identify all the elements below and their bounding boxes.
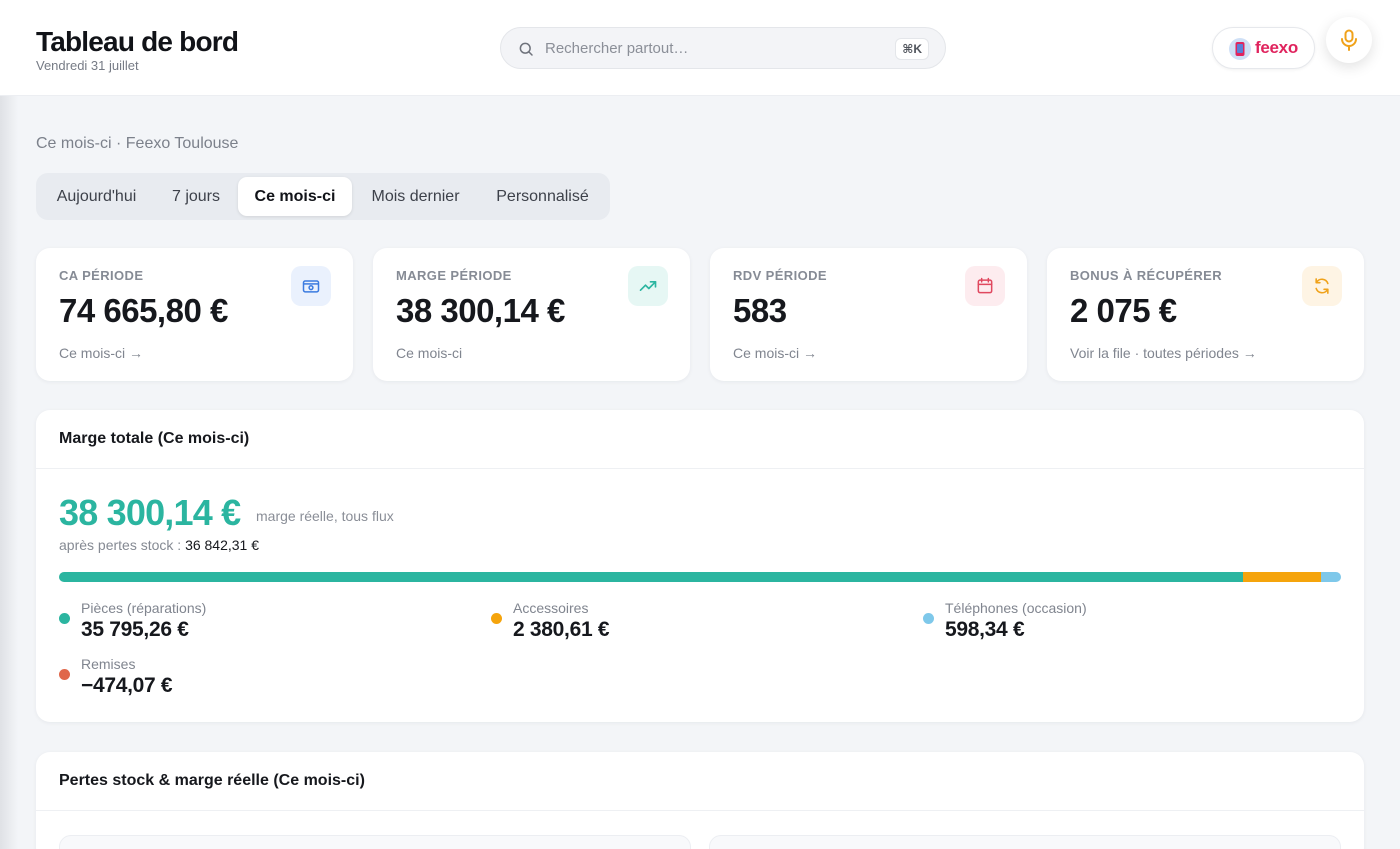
calendar-icon <box>965 266 1005 306</box>
voice-assistant-button[interactable] <box>1326 17 1372 63</box>
tab-today[interactable]: Aujourd'hui <box>40 177 153 216</box>
search-input[interactable] <box>545 36 875 60</box>
panel-title: Marge totale (Ce mois-ci) <box>59 430 250 447</box>
kpi-value: 583 <box>733 292 787 329</box>
brand-name: feexo <box>1255 38 1298 57</box>
kpi-card-bonus[interactable]: BONUS À RÉCUPÉRER 2 075 € Voir la file ·… <box>1047 248 1364 381</box>
global-search[interactable]: ⌘K <box>500 27 946 69</box>
legend-label: Pièces (réparations) <box>81 600 207 616</box>
legend-label: Remises <box>81 656 136 672</box>
bar-segment <box>1242 572 1322 582</box>
panel-divider <box>36 468 1364 469</box>
page-title: Tableau de bord <box>36 26 239 57</box>
context-label: Ce mois-ci · Feexo Toulouse <box>36 135 239 152</box>
top-header: Tableau de bord Vendredi 31 juillet ⌘K f… <box>0 0 1400 96</box>
legend-value: 2 380,61 € <box>513 618 610 641</box>
stock-loss-panel: Pertes stock & marge réelle (Ce mois-ci) <box>36 752 1364 849</box>
trending-up-icon <box>628 266 668 306</box>
kpi-label: MARGE PÉRIODE <box>396 268 512 283</box>
total-margin-value: 38 300,14 € <box>59 492 241 533</box>
feexo-logo-icon <box>1229 38 1251 60</box>
legend-value: 35 795,26 € <box>81 618 189 641</box>
left-edge-shadow <box>0 96 18 849</box>
panel-divider <box>36 810 1364 811</box>
search-shortcut-badge: ⌘K <box>895 38 929 60</box>
tab-last-month[interactable]: Mois dernier <box>356 177 475 216</box>
wallet-icon <box>291 266 331 306</box>
microphone-icon <box>1341 29 1357 51</box>
after-stock-loss: après pertes stock : 36 842,31 € <box>59 537 259 553</box>
kpi-label: BONUS À RÉCUPÉRER <box>1070 268 1222 283</box>
legend-value: −474,07 € <box>81 674 173 697</box>
kpi-link[interactable]: Ce mois-ci → <box>733 345 817 361</box>
total-margin-caption: marge réelle, tous flux <box>256 508 394 524</box>
after-stock-loss-value: 36 842,31 € <box>185 537 260 553</box>
kpi-value: 74 665,80 € <box>59 292 228 329</box>
panel-title: Pertes stock & marge réelle (Ce mois-ci) <box>59 772 365 789</box>
search-icon <box>519 42 533 56</box>
legend-label: Téléphones (occasion) <box>945 600 1087 616</box>
legend-value: 598,34 € <box>945 618 1025 641</box>
kpi-value: 2 075 € <box>1070 292 1177 329</box>
kpi-card-revenue[interactable]: CA PÉRIODE 74 665,80 € Ce mois-ci → <box>36 248 353 381</box>
tab-custom[interactable]: Personnalisé <box>479 177 606 216</box>
page-date: Vendredi 31 juillet <box>36 58 139 73</box>
legend-dot <box>923 613 934 624</box>
total-margin-panel: Marge totale (Ce mois-ci) 38 300,14 € ma… <box>36 410 1364 722</box>
period-tabs: Aujourd'hui 7 jours Ce mois-ci Mois dern… <box>36 173 610 220</box>
kpi-value: 38 300,14 € <box>396 292 565 329</box>
bar-segment <box>59 572 1243 582</box>
legend-dot <box>491 613 502 624</box>
kpi-link[interactable]: Ce mois-ci <box>396 345 462 361</box>
kpi-label: CA PÉRIODE <box>59 268 144 283</box>
legend-dot <box>59 613 70 624</box>
brand-switcher[interactable]: feexo <box>1212 27 1315 69</box>
margin-breakdown-bar <box>59 572 1341 582</box>
after-stock-loss-label: après pertes stock : <box>59 537 186 553</box>
legend-dot <box>59 669 70 680</box>
kpi-card-margin[interactable]: MARGE PÉRIODE 38 300,14 € Ce mois-ci <box>373 248 690 381</box>
tab-7-days[interactable]: 7 jours <box>157 177 235 216</box>
bar-segment <box>1321 572 1341 582</box>
kpi-label: RDV PÉRIODE <box>733 268 827 283</box>
kpi-link[interactable]: Ce mois-ci → <box>59 345 143 361</box>
tab-this-month[interactable]: Ce mois-ci <box>238 177 352 216</box>
stock-loss-subcard-left <box>59 835 691 849</box>
kpi-link[interactable]: Voir la file · toutes périodes → <box>1070 345 1257 361</box>
legend-label: Accessoires <box>513 600 589 616</box>
kpi-card-appointments[interactable]: RDV PÉRIODE 583 Ce mois-ci → <box>710 248 1027 381</box>
refresh-icon <box>1302 266 1342 306</box>
stock-loss-subcard-right <box>709 835 1341 849</box>
